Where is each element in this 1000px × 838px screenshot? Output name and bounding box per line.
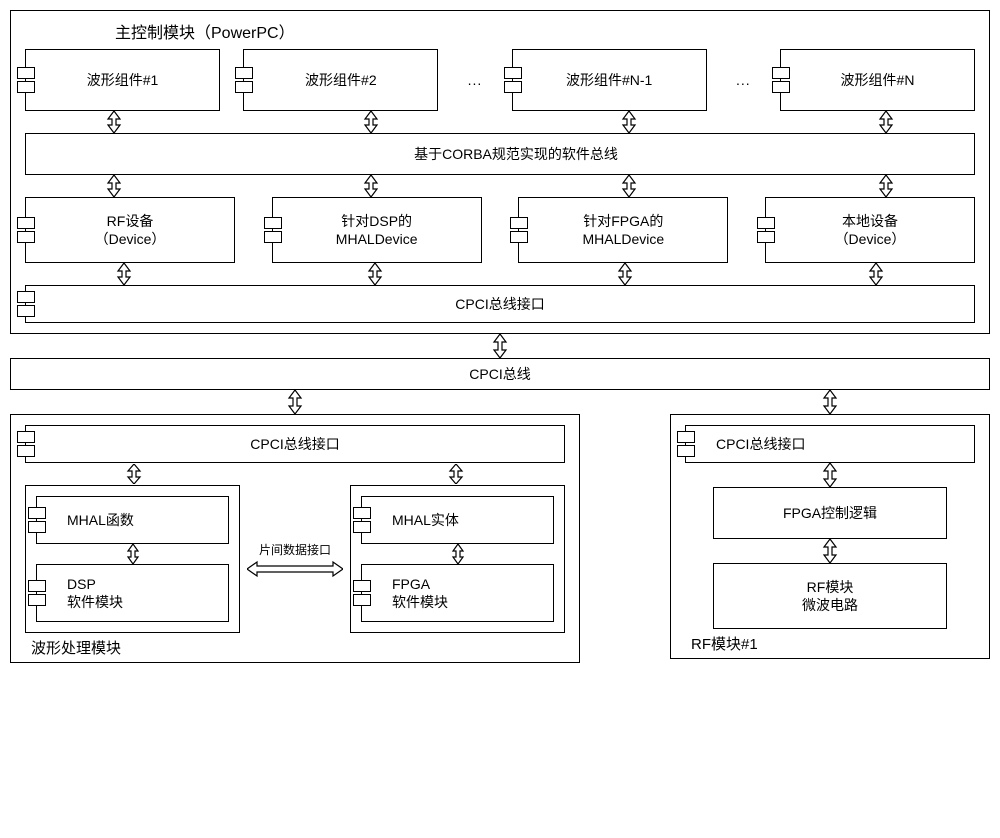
arrow-row (25, 175, 975, 197)
double-arrow-icon (620, 175, 638, 197)
component-lollipop-icon (772, 67, 790, 93)
arrow-row (25, 111, 975, 133)
component-label: 波形组件#N (841, 70, 915, 90)
double-arrow-icon (821, 390, 839, 414)
double-arrow-icon (447, 463, 465, 485)
component-label: FPGA控制逻辑 (783, 503, 877, 523)
waveform-processing-module: CPCI总线接口 MHAL函数 DSP 软件模块 片间数 (10, 414, 580, 663)
waveform-components-row: 波形组件#1 波形组件#2 ... 波形组件#N-1 ... 波形组件#N (25, 49, 975, 111)
component-label: DSP 软件模块 (67, 575, 123, 611)
bus-label: 基于CORBA规范实现的软件总线 (414, 144, 618, 164)
double-arrow-icon (685, 539, 975, 563)
double-arrow-icon (362, 111, 380, 133)
component-lollipop-icon (28, 507, 46, 533)
main-control-module: 主控制模块（PowerPC） 波形组件#1 波形组件#2 ... 波形组件#N-… (10, 10, 990, 334)
double-arrow-icon (286, 390, 304, 414)
component-label: RF模块 微波电路 (802, 578, 858, 614)
component-lollipop-icon (17, 67, 35, 93)
waveform-component-n-1: 波形组件#N-1 (512, 49, 707, 111)
component-label: 针对FPGA的 MHALDevice (582, 212, 664, 248)
fpga-mhal-device: 针对FPGA的 MHALDevice (518, 197, 728, 263)
component-lollipop-icon (235, 67, 253, 93)
rf-module: CPCI总线接口 FPGA控制逻辑 RF模块 微波电路 RF模块#1 (670, 414, 990, 659)
waveform-component-1: 波形组件#1 (25, 49, 220, 111)
devices-row: RF设备 （Device） 针对DSP的 MHALDevice 针对FPGA的 … (25, 197, 975, 263)
mhal-func: MHAL函数 (36, 496, 229, 544)
fpga-control-logic: FPGA控制逻辑 (713, 487, 947, 539)
component-label: CPCI总线接口 (716, 434, 805, 454)
rf-cpci-interface: CPCI总线接口 (685, 425, 975, 463)
double-arrow-icon (877, 111, 895, 133)
bottom-modules-row: CPCI总线接口 MHAL函数 DSP 软件模块 片间数 (10, 414, 990, 663)
dsp-sw-module: DSP 软件模块 (36, 564, 229, 622)
component-lollipop-icon (264, 217, 282, 243)
double-arrow-icon (105, 111, 123, 133)
main-module-title: 主控制模块（PowerPC） (115, 19, 975, 43)
component-lollipop-icon (757, 217, 775, 243)
component-label: CPCI总线接口 (250, 434, 339, 454)
component-lollipop-icon (17, 291, 35, 317)
component-lollipop-icon (677, 431, 695, 457)
double-arrow-icon (685, 463, 975, 487)
double-arrow-icon (366, 263, 384, 285)
waveform-module-title: 波形处理模块 (31, 637, 565, 658)
double-arrow-icon (867, 263, 885, 285)
bus-label: CPCI总线 (469, 364, 530, 384)
arrow-row (25, 463, 565, 485)
ellipsis: ... (730, 49, 757, 111)
dsp-chip-group: MHAL函数 DSP 软件模块 (25, 485, 240, 633)
rf-device: RF设备 （Device） (25, 197, 235, 263)
waveform-component-n: 波形组件#N (780, 49, 975, 111)
component-label: 波形组件#N-1 (566, 70, 652, 90)
component-lollipop-icon (17, 217, 35, 243)
component-label: MHAL实体 (392, 510, 459, 530)
double-arrow-icon (616, 263, 634, 285)
double-arrow-icon (125, 463, 143, 485)
double-arrow-icon (362, 175, 380, 197)
component-label: FPGA 软件模块 (392, 575, 448, 611)
double-arrow-h-icon (247, 560, 343, 578)
rf-microwave-circuit: RF模块 微波电路 (713, 563, 947, 629)
component-lollipop-icon (504, 67, 522, 93)
component-lollipop-icon (353, 507, 371, 533)
component-lollipop-icon (28, 580, 46, 606)
component-lollipop-icon (17, 431, 35, 457)
component-lollipop-icon (353, 580, 371, 606)
component-lollipop-icon (510, 217, 528, 243)
inter-chip-label: 片间数据接口 (259, 541, 331, 558)
double-arrow-icon (105, 175, 123, 197)
component-label: RF设备 （Device） (95, 212, 166, 248)
arrow-row (10, 390, 990, 414)
component-label: 波形组件#2 (305, 70, 377, 90)
component-label: 针对DSP的 MHALDevice (336, 212, 418, 248)
double-arrow-icon (115, 263, 133, 285)
corba-software-bus: 基于CORBA规范实现的软件总线 (25, 133, 975, 175)
double-arrow-icon (361, 544, 554, 564)
cpci-bus: CPCI总线 (10, 358, 990, 390)
local-device: 本地设备 （Device） (765, 197, 975, 263)
inter-chip-connector: 片间数据接口 (245, 541, 345, 578)
double-arrow-icon (36, 544, 229, 564)
chip-groups-row: MHAL函数 DSP 软件模块 片间数据接口 MHAL实体 (25, 485, 565, 633)
dsp-mhal-device: 针对DSP的 MHALDevice (272, 197, 482, 263)
mhal-entity: MHAL实体 (361, 496, 554, 544)
component-label: 波形组件#1 (87, 70, 159, 90)
wave-cpci-interface: CPCI总线接口 (25, 425, 565, 463)
rf-module-title: RF模块#1 (691, 633, 975, 654)
double-arrow-icon (10, 334, 990, 358)
double-arrow-icon (620, 111, 638, 133)
component-label: CPCI总线接口 (455, 294, 544, 314)
fpga-chip-group: MHAL实体 FPGA 软件模块 (350, 485, 565, 633)
double-arrow-icon (877, 175, 895, 197)
component-label: MHAL函数 (67, 510, 134, 530)
arrow-row (25, 263, 975, 285)
component-label: 本地设备 （Device） (835, 212, 906, 248)
ellipsis: ... (462, 49, 489, 111)
fpga-sw-module: FPGA 软件模块 (361, 564, 554, 622)
waveform-component-2: 波形组件#2 (243, 49, 438, 111)
main-cpci-interface: CPCI总线接口 (25, 285, 975, 323)
